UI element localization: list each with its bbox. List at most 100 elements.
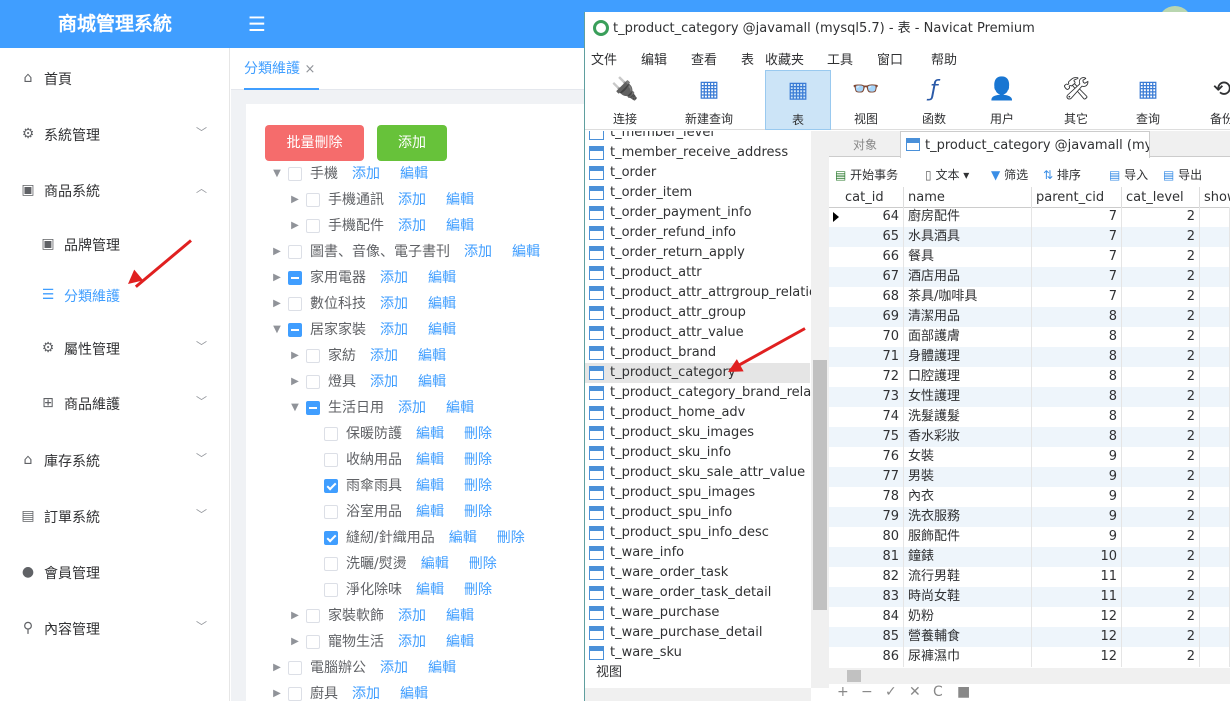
edit-link[interactable]: 編輯 bbox=[428, 266, 456, 290]
delete-link[interactable]: 刪除 bbox=[464, 474, 492, 498]
cell-parent_cid[interactable]: 12 bbox=[1032, 627, 1122, 647]
sidebar-item-5[interactable]: ⚙ 屬性管理 ﹀ bbox=[0, 318, 229, 378]
cell-show[interactable] bbox=[1200, 547, 1230, 567]
cell-cat_level[interactable]: 2 bbox=[1122, 627, 1200, 647]
record-nav-button[interactable]: − bbox=[861, 684, 873, 700]
cell-cat_level[interactable]: 2 bbox=[1122, 427, 1200, 447]
record-nav-button[interactable]: C bbox=[933, 684, 943, 700]
sidebar-item-8[interactable]: ▤ 訂單系統 ﹀ bbox=[0, 486, 229, 546]
add-link[interactable]: 添加 bbox=[380, 266, 408, 290]
delete-link[interactable]: 刪除 bbox=[464, 422, 492, 446]
cell-parent_cid[interactable]: 10 bbox=[1032, 547, 1122, 567]
edit-link[interactable]: 編輯 bbox=[421, 552, 449, 576]
add-link[interactable]: 添加 bbox=[380, 656, 408, 680]
edit-link[interactable]: 編輯 bbox=[418, 370, 446, 394]
sort-button[interactable]: ⇅ 排序 bbox=[1043, 163, 1081, 187]
cell-cat_id[interactable]: 80 bbox=[841, 527, 904, 547]
cell-show[interactable] bbox=[1200, 267, 1230, 287]
cell-parent_cid[interactable]: 9 bbox=[1032, 527, 1122, 547]
cell-name[interactable]: 營養輔食 bbox=[904, 627, 1032, 647]
tree-checkbox[interactable] bbox=[324, 505, 338, 519]
cell-show[interactable] bbox=[1200, 327, 1230, 347]
tree-node[interactable]: 保暖防護 編輯 刪除 bbox=[306, 422, 504, 446]
tab-category[interactable]: 分類維護 × bbox=[244, 48, 320, 90]
delete-link[interactable]: 刪除 bbox=[469, 552, 497, 576]
caret-right-icon[interactable]: ▶ bbox=[270, 682, 284, 706]
toolbar-tools-button[interactable]: 🛠 其它 bbox=[1041, 70, 1111, 130]
tree-checkbox[interactable] bbox=[324, 531, 338, 545]
cell-cat_id[interactable]: 79 bbox=[841, 507, 904, 527]
cell-cat_level[interactable]: 2 bbox=[1122, 327, 1200, 347]
table-row[interactable]: 84 奶粉 12 2 bbox=[829, 607, 1230, 627]
tree-node[interactable]: 縫紉/針織用品 編輯 刪除 bbox=[306, 526, 537, 550]
tree-checkbox[interactable] bbox=[288, 297, 302, 311]
cell-cat_id[interactable]: 71 bbox=[841, 347, 904, 367]
tree-node[interactable]: ▶ 寵物生活 添加 編輯 bbox=[288, 630, 486, 654]
table-list-item[interactable]: t_order_return_apply bbox=[585, 243, 810, 263]
edit-link[interactable]: 編輯 bbox=[416, 500, 444, 524]
batch-delete-button[interactable]: 批量刪除 bbox=[265, 125, 364, 161]
cell-parent_cid[interactable]: 8 bbox=[1032, 327, 1122, 347]
cell-parent_cid[interactable]: 8 bbox=[1032, 387, 1122, 407]
cell-parent_cid[interactable]: 11 bbox=[1032, 587, 1122, 607]
tree-node[interactable]: ▶ 手機通訊 添加 編輯 bbox=[288, 188, 486, 212]
table-row[interactable]: 73 女性護理 8 2 bbox=[829, 387, 1230, 407]
edit-link[interactable]: 編輯 bbox=[416, 422, 444, 446]
cell-name[interactable]: 鐘錶 bbox=[904, 547, 1032, 567]
delete-link[interactable]: 刪除 bbox=[464, 500, 492, 524]
cell-name[interactable]: 口腔護理 bbox=[904, 367, 1032, 387]
table-list-item[interactable]: t_ware_order_task bbox=[585, 563, 810, 583]
cell-show[interactable] bbox=[1200, 347, 1230, 367]
cell-name[interactable]: 女性護理 bbox=[904, 387, 1032, 407]
cell-cat_level[interactable]: 2 bbox=[1122, 347, 1200, 367]
table-list-item[interactable]: t_order bbox=[585, 163, 810, 183]
sidebar-item-9[interactable]: ● 會員管理 bbox=[0, 542, 229, 602]
cell-cat_id[interactable]: 73 bbox=[841, 387, 904, 407]
add-link[interactable]: 添加 bbox=[352, 162, 380, 186]
tree-node[interactable]: ▶ 圖書、音像、電子書刊 添加 編輯 bbox=[270, 240, 552, 264]
cell-cat_id[interactable]: 81 bbox=[841, 547, 904, 567]
table-row[interactable]: 72 口腔護理 8 2 bbox=[829, 367, 1230, 387]
tree-node[interactable]: ▶ 家紡 添加 編輯 bbox=[288, 344, 458, 368]
table-row[interactable]: 77 男裝 9 2 bbox=[829, 467, 1230, 487]
record-nav-button[interactable]: ✕ bbox=[909, 684, 921, 700]
cell-show[interactable] bbox=[1200, 367, 1230, 387]
cell-parent_cid[interactable]: 9 bbox=[1032, 507, 1122, 527]
grid-hscrollbar[interactable] bbox=[829, 668, 1230, 684]
cell-cat_level[interactable]: 2 bbox=[1122, 227, 1200, 247]
cell-name[interactable]: 洗衣服務 bbox=[904, 507, 1032, 527]
table-list-item[interactable]: t_product_attr_value bbox=[585, 323, 810, 343]
tree-node[interactable]: ▶ 電腦辦公 添加 編輯 bbox=[270, 656, 468, 680]
toolbar-function-button[interactable]: ƒ 函数 bbox=[901, 70, 967, 130]
tree-node[interactable]: 淨化除味 編輯 刪除 bbox=[306, 578, 504, 602]
table-list-item[interactable]: t_product_sku_images bbox=[585, 423, 810, 443]
tab-objects[interactable]: 对象 bbox=[832, 133, 898, 157]
tree-node[interactable]: ▼ 生活日用 添加 編輯 bbox=[288, 396, 486, 420]
menu-item[interactable]: 收藏夹 bbox=[765, 49, 804, 68]
cell-cat_level[interactable]: 2 bbox=[1122, 447, 1200, 467]
record-nav-button[interactable]: ✓ bbox=[885, 684, 897, 700]
tree-checkbox[interactable] bbox=[324, 557, 338, 571]
table-row[interactable]: 69 清潔用品 8 2 bbox=[829, 307, 1230, 327]
tree-node[interactable]: ▼ 手機 添加 編輯 bbox=[270, 162, 440, 186]
caret-down-icon[interactable]: ▼ bbox=[270, 318, 284, 342]
cell-show[interactable] bbox=[1200, 647, 1230, 667]
cell-cat_level[interactable]: 2 bbox=[1122, 487, 1200, 507]
table-list-item[interactable]: t_product_attr bbox=[585, 263, 810, 283]
table-row[interactable]: 81 鐘錶 10 2 bbox=[829, 547, 1230, 567]
cell-show[interactable] bbox=[1200, 407, 1230, 427]
table-row[interactable]: 67 酒店用品 7 2 bbox=[829, 267, 1230, 287]
table-row[interactable]: 68 茶具/咖啡具 7 2 bbox=[829, 287, 1230, 307]
table-row[interactable]: 86 尿褲濕巾 12 2 bbox=[829, 647, 1230, 667]
hamburger-icon[interactable]: ☰ bbox=[248, 12, 266, 36]
add-link[interactable]: 添加 bbox=[370, 344, 398, 368]
cell-cat_id[interactable]: 86 bbox=[841, 647, 904, 667]
cell-name[interactable]: 女裝 bbox=[904, 447, 1032, 467]
cell-parent_cid[interactable]: 7 bbox=[1032, 247, 1122, 267]
record-nav-button[interactable]: ■ bbox=[957, 684, 970, 700]
column-header[interactable]: name bbox=[904, 187, 1032, 208]
toolbar-backup-button[interactable]: ⟲ 备份 bbox=[1197, 70, 1230, 130]
record-nav-button[interactable]: + bbox=[837, 684, 849, 700]
cell-name[interactable]: 男裝 bbox=[904, 467, 1032, 487]
cell-cat_id[interactable]: 64 bbox=[841, 207, 904, 227]
